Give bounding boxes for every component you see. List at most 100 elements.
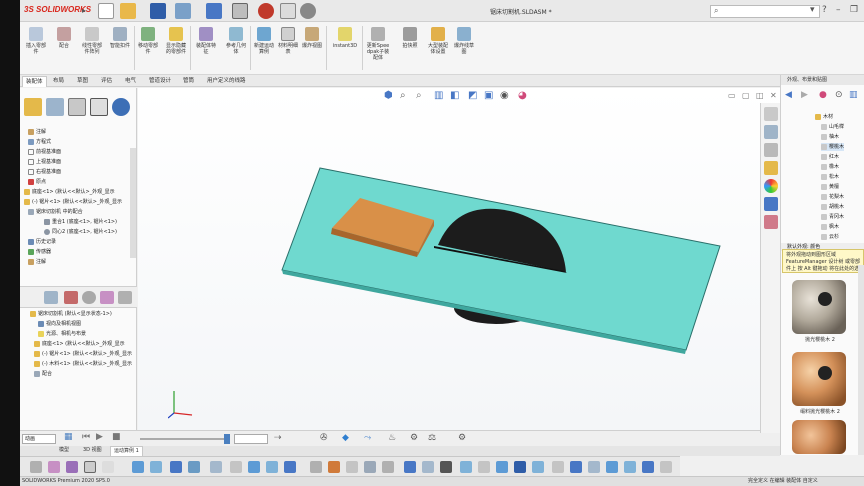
select-icon[interactable] [232, 3, 248, 19]
toolbar-dropdown-icon[interactable] [102, 461, 114, 473]
exploded-view-button[interactable]: 爆炸视图 [300, 25, 324, 71]
face-filter-icon[interactable] [150, 461, 162, 473]
appearance-item[interactable]: 胡桃木 [821, 203, 844, 211]
tree-item-history[interactable]: 历史记录 [28, 238, 56, 246]
appearance-item[interactable]: 黄檀 [821, 183, 839, 191]
tree-item-concentric-mate[interactable]: 同心2 (底座<1>, 锯片<1>) [44, 228, 117, 236]
save-icon[interactable] [150, 3, 166, 19]
component-filter-icon[interactable] [606, 461, 618, 473]
tab-piping[interactable]: 管道设计 [146, 76, 174, 87]
smart-fasteners-button[interactable]: 智能扣件 [108, 25, 132, 71]
new-motion-study-button[interactable]: 新建运动算例 [252, 25, 276, 71]
menu-expand-icon[interactable]: ▸ [82, 6, 86, 15]
filter-icon[interactable] [30, 461, 42, 473]
appearance-swatch-satin-cherry[interactable] [792, 352, 846, 406]
appearance-item[interactable]: 红木 [821, 153, 839, 161]
sketch-segment-filter-icon[interactable] [422, 461, 434, 473]
explode-line-sketch-button[interactable]: 爆炸线草图 [452, 25, 476, 71]
motion-manager-icon[interactable] [64, 291, 78, 304]
motion-study-properties-icon[interactable]: ⚙ [458, 433, 466, 443]
graphics-area[interactable]: ⬢ ⌕ ⌕ ▥ ◧ ◩ ▣ ◉ ◕ ▭ ▢ ◫ ✕ [138, 88, 780, 430]
search-input[interactable] [710, 5, 820, 18]
instant3d-button[interactable]: instant3D [330, 25, 360, 71]
motion-tree-lights[interactable]: 光源、相机与布景 [38, 330, 86, 338]
mate-reference-filter-icon[interactable] [552, 461, 564, 473]
block-filter-icon[interactable] [514, 461, 526, 473]
solidworks-forum-icon[interactable] [764, 215, 778, 229]
balloon-filter-icon[interactable] [382, 461, 394, 473]
linear-component-pattern-button[interactable]: 线性零部件阵列 [80, 25, 104, 71]
solidworks-resources-icon[interactable] [764, 107, 778, 121]
tree-item-annotations[interactable]: 注解 [28, 128, 46, 136]
assembly-model[interactable] [138, 88, 780, 430]
configuration-manager-tab-icon[interactable] [68, 98, 86, 116]
back-icon[interactable]: ◀ [785, 90, 792, 100]
options-gear-icon[interactable] [300, 3, 316, 19]
play-icon[interactable]: ▶ [96, 432, 103, 442]
tree-item-base[interactable]: 底座<1> (默认<<默认>_外观_显示 [24, 188, 115, 196]
update-speedpak-button[interactable]: 更新Speedpak子装配体 [366, 25, 390, 71]
appearance-item[interactable]: 枫木 [821, 223, 839, 231]
feature-tree-scrollbar[interactable] [130, 148, 136, 258]
appearances-scrollbar[interactable] [858, 265, 864, 455]
tree-item-top-plane[interactable]: 上视基准面 [28, 158, 61, 166]
display-manager-tab-icon[interactable] [112, 98, 130, 116]
stop-icon[interactable]: ■ [112, 432, 121, 442]
tree-item-right-plane[interactable]: 右视基准面 [28, 168, 61, 176]
appearance-item-selected[interactable]: 樱桃木 [821, 143, 845, 151]
mesh-filter-icon[interactable] [624, 461, 636, 473]
tab-layout[interactable]: 布局 [50, 76, 67, 87]
bill-of-materials-button[interactable]: 材料明细表 [276, 25, 300, 71]
motion-tree-camera-views[interactable]: 视向及相机视图 [38, 320, 81, 328]
playback-mode-select[interactable] [234, 434, 268, 444]
playback-slider-thumb[interactable] [224, 434, 230, 444]
sketch-point-filter-icon[interactable] [404, 461, 416, 473]
tab-tubing[interactable]: 管筒 [180, 76, 197, 87]
tree-item-blade[interactable]: (-) 锯片<1> (默认<<默认>_外观_显示 [24, 198, 122, 206]
motion-tree-mates[interactable]: 配合 [34, 370, 52, 378]
tree-item-origin[interactable]: 原点 [28, 178, 46, 186]
show-hidden-components-button[interactable]: 显示隐藏的零部件 [164, 25, 188, 71]
tree-item-front-plane[interactable]: 前视基准面 [28, 148, 61, 156]
datum-filter-icon[interactable] [328, 461, 340, 473]
tree-item-annotations-2[interactable]: 注解 [28, 258, 46, 266]
tree-item-equations[interactable]: 方程式 [28, 138, 51, 146]
tab-sketch[interactable]: 草图 [74, 76, 91, 87]
edge-filter-icon[interactable] [170, 461, 182, 473]
tab-user-defined-routing[interactable]: 用户定义的线路 [204, 76, 249, 87]
new-document-icon[interactable] [98, 3, 114, 19]
undo-icon[interactable] [206, 3, 222, 19]
tree-item-sensors[interactable]: 传感器 [28, 248, 51, 256]
custom-properties-icon[interactable] [764, 197, 778, 211]
filter-icon[interactable] [44, 291, 58, 304]
motion-tree-root[interactable]: 锯床切割机 (默认<显示状态-1>) [30, 310, 112, 318]
print-icon[interactable] [175, 3, 191, 19]
spring-icon[interactable]: ♨ [388, 433, 396, 443]
motion-tree-blade[interactable]: (-) 锯片<1> (默认<<默认>_外观_显示 [34, 350, 132, 358]
table-filter-icon[interactable] [642, 461, 654, 473]
large-assembly-settings-button[interactable]: 大型装配体设置 [426, 25, 450, 71]
note-filter-icon[interactable] [266, 461, 278, 473]
appearance-item[interactable]: 青冈木 [821, 213, 844, 221]
calculate-icon[interactable]: ▦ [64, 432, 73, 442]
appearance-swatch-polished-cherry[interactable] [792, 280, 846, 334]
cosmetic-thread-filter-icon[interactable] [496, 461, 508, 473]
scene-icon[interactable] [100, 291, 114, 304]
appearances-scenes-icon[interactable] [764, 179, 778, 193]
save-animation-icon[interactable]: ⇢ [274, 433, 282, 443]
study-type-select[interactable]: 动画 [22, 434, 56, 444]
restore-icon[interactable]: ❐ [850, 5, 858, 15]
motion-tree-base[interactable]: 底座<1> (默认<<默认>_外观_显示 [34, 340, 125, 348]
forward-icon[interactable]: ▶ [801, 90, 808, 100]
weld-filter-icon[interactable] [284, 461, 296, 473]
insert-components-button[interactable]: 插入零部件 [24, 25, 48, 71]
tab-electrical[interactable]: 电气 [122, 76, 139, 87]
appearance-item[interactable]: 松木 [821, 173, 839, 181]
base-plate[interactable] [281, 167, 721, 354]
surface-body-filter-icon[interactable] [588, 461, 600, 473]
motor-icon[interactable]: ⤳ [364, 433, 371, 443]
axis-filter-icon[interactable] [230, 461, 242, 473]
select-icon[interactable] [48, 461, 60, 473]
gravity-icon[interactable]: ⚖ [428, 433, 436, 443]
appearance-icon[interactable] [82, 291, 96, 304]
